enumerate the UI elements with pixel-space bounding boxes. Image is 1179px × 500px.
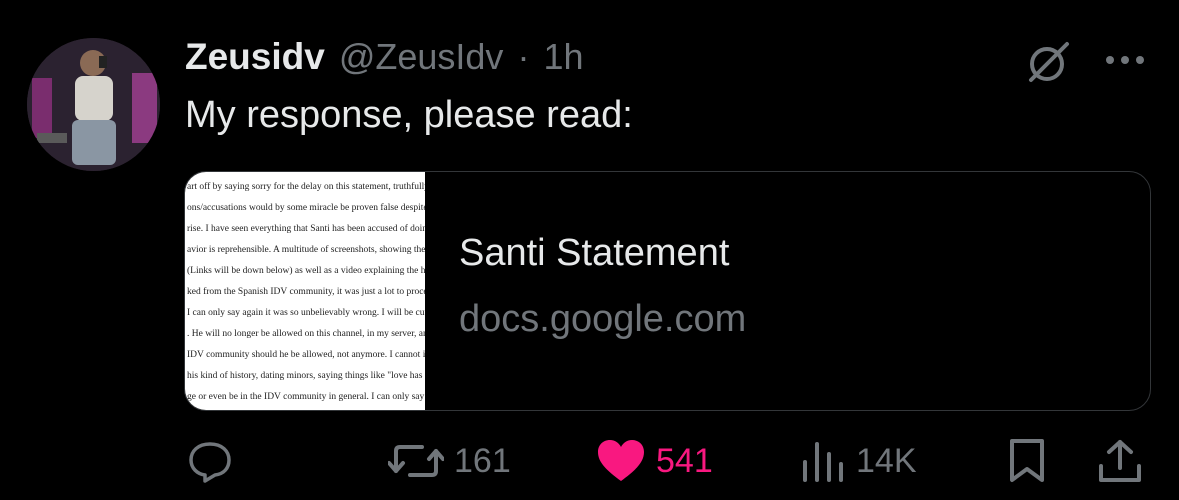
grok-icon[interactable] (1025, 38, 1073, 86)
preview-line: art off by saying sorry for the delay on… (187, 181, 425, 192)
avatar[interactable] (27, 38, 160, 171)
preview-line: rise. I have seen everything that Santi … (187, 223, 425, 234)
preview-line: IDV community should he be allowed, not … (187, 350, 425, 360)
preview-line: ge or even be in the IDV community in ge… (187, 392, 425, 402)
author-handle[interactable]: @ZeusIdv (339, 36, 504, 78)
tweet-header: Zeusidv @ZeusIdv · 1h (185, 36, 583, 86)
preview-line: ked from the Spanish IDV community, it w… (187, 286, 425, 297)
header-separator: · (517, 36, 530, 77)
card-domain: docs.google.com (459, 298, 747, 340)
more-icon[interactable] (1103, 50, 1147, 70)
preview-line: I can only say again it was so unbelieva… (187, 308, 425, 318)
reply-button[interactable] (186, 436, 234, 486)
retweet-count: 161 (454, 441, 511, 480)
retweet-button[interactable]: 161 (388, 436, 511, 486)
bookmark-button[interactable] (1007, 436, 1047, 486)
share-icon (1099, 440, 1141, 482)
preview-line: avior is reprehensible. A multitude of s… (187, 244, 425, 255)
timestamp[interactable]: 1h (543, 36, 583, 78)
author-name[interactable]: Zeusidv (185, 36, 325, 78)
views-icon (803, 442, 843, 482)
tweet-text: My response, please read: (185, 94, 633, 136)
heart-icon (598, 440, 644, 481)
like-button[interactable]: 541 (596, 436, 713, 486)
views-count: 14K (856, 441, 917, 480)
like-count: 541 (656, 441, 713, 480)
link-card[interactable]: art off by saying sorry for the delay on… (184, 171, 1151, 411)
preview-line: (Links will be down below) as well as a … (187, 265, 425, 276)
bookmark-icon (1010, 439, 1044, 482)
preview-line: . He will no longer be allowed on this c… (187, 329, 425, 339)
retweet-icon (388, 445, 444, 477)
share-button[interactable] (1097, 436, 1143, 486)
preview-line: ons/accusations would by some miracle be… (187, 202, 425, 213)
card-title: Santi Statement (459, 232, 730, 274)
preview-line: his kind of history, dating minors, sayi… (187, 370, 425, 381)
views-button[interactable]: 14K (800, 436, 917, 486)
reply-icon (189, 442, 231, 483)
card-thumbnail: art off by saying sorry for the delay on… (185, 172, 425, 410)
